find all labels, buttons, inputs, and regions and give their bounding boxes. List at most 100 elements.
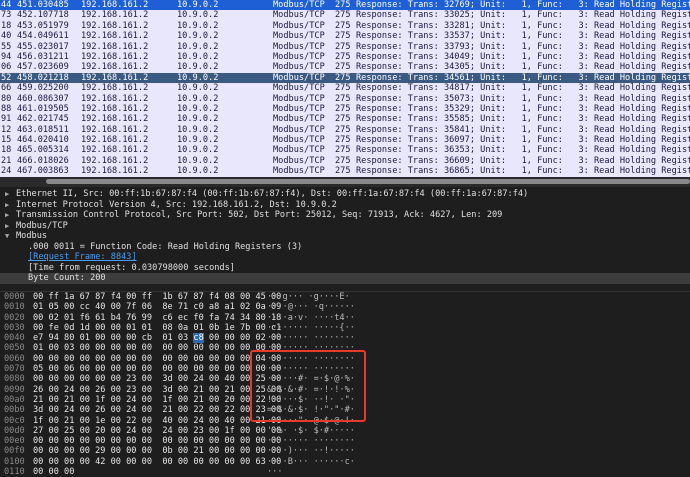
packet-proto: Modbus/TCP (273, 114, 325, 125)
expanded-triangle-icon[interactable]: ▼ (5, 231, 9, 242)
tree-item[interactable]: ▶ Transmission Control Protocol, Src Port… (0, 210, 690, 221)
packet-dst: 10.9.0.2 (177, 10, 219, 21)
hex-ascii: ········ ·····{·· (267, 322, 355, 333)
tree-item[interactable]: Byte Count: 200 (0, 273, 690, 284)
request-frame-link[interactable]: [Request Frame: 8843] (0, 252, 690, 263)
collapsed-triangle-icon[interactable]: ▶ (5, 210, 9, 221)
hex-bytes-text: 00 00 00 00 00 00 00 00 00 00 00 00 00 0… (33, 436, 282, 447)
packet-len: 275 (335, 62, 351, 73)
hex-row[interactable]: 0110 00 00 00 ··· (0, 467, 690, 477)
hex-row[interactable]: 00f0 00 00 00 00 29 00 00 00 0b 00 21 00 … (0, 446, 690, 456)
packet-info: Response: Trans: 34817; Unit: 1, Func: 3… (356, 83, 690, 94)
packet-row[interactable]: 18 465.005314 192.168.161.2 10.9.0.2 Modbus/… (0, 145, 690, 155)
packet-list[interactable]: 44 451.030485 192.168.161.2 10.9.0.2 Modbus/… (0, 0, 690, 177)
packet-proto: Modbus/TCP (273, 124, 325, 135)
hex-row[interactable]: 0010 01 05 00 cc 40 00 7f 06 8e 71 c0 a8 … (0, 302, 690, 312)
tree-item[interactable]: [Time from request: 0.030798000 seconds] (0, 263, 690, 274)
hex-offset: 0080 (4, 374, 25, 385)
packet-dst: 10.9.0.2 (177, 83, 219, 94)
packet-row[interactable]: 94 456.031211 192.168.161.2 10.9.0.2 Modbus/… (0, 52, 690, 62)
packet-src: 192.168.161.2 (81, 166, 149, 177)
packet-time: 453.051979 (17, 20, 69, 31)
packet-info: Response: Trans: 35841; Unit: 1, Func: 3… (356, 124, 690, 135)
hex-offset: 00c0 (4, 415, 25, 426)
hex-bytes-text: 00 00 00 00 00 00 23 00 3d 00 24 00 40 0… (33, 374, 282, 385)
packet-time: 452.107718 (17, 10, 69, 21)
packet-list-scrollbar[interactable] (0, 177, 690, 187)
hex-offset: 0090 (4, 384, 25, 395)
selected-byte[interactable]: c8 (193, 333, 204, 344)
packet-dst: 10.9.0.2 (177, 93, 219, 104)
tree-item[interactable]: .000 0011 = Function Code: Read Holding … (0, 242, 690, 253)
packet-proto: Modbus/TCP (273, 41, 325, 52)
packet-time: 451.030485 (17, 0, 69, 10)
hex-offset: 00e0 (4, 436, 25, 447)
tree-item-label: Byte Count: 200 (28, 273, 106, 283)
hex-bytes-text: 00 00 00 (33, 467, 75, 477)
hex-bytes: 00 00 00 00 42 00 00 00 00 00 00 00 00 0… (33, 457, 281, 467)
hex-bytes: 21 00 21 00 1f 00 24 00 1f 00 21 00 20 0… (33, 395, 281, 405)
packet-src: 192.168.161.2 (81, 51, 149, 62)
collapsed-triangle-icon[interactable]: ▶ (5, 221, 9, 232)
hex-bytes-text: 00 00 00 00 42 00 00 00 00 00 00 00 00 0… (33, 456, 282, 467)
hex-row[interactable]: 00e0 00 00 00 00 00 00 00 00 00 00 00 00 … (0, 436, 690, 446)
tree-item-label: Transmission Control Protocol, Src Port:… (16, 210, 503, 220)
packet-details-tree[interactable]: ▶ Ethernet II, Src: 00:ff:1b:67:87:f4 (00… (0, 189, 690, 290)
packet-src: 192.168.161.2 (81, 20, 149, 31)
packet-no: 24 (1, 166, 12, 177)
tree-item[interactable]: ▶ Internet Protocol Version 4, Src: 192.1… (0, 200, 690, 211)
hex-bytes-text: 1f 00 21 00 1e 00 22 00 40 00 24 00 40 0… (33, 415, 282, 426)
packet-info: Response: Trans: 33537; Unit: 1, Func: 3… (356, 31, 690, 42)
packet-len: 275 (335, 124, 351, 135)
packet-row[interactable]: 73 452.107718 192.168.161.2 10.9.0.2 Modbus/… (0, 10, 690, 20)
packet-row[interactable]: 24 467.003863 192.168.161.2 10.9.0.2 Modbus/… (0, 166, 690, 176)
packet-row[interactable]: 18 453.051979 192.168.161.2 10.9.0.2 Modbus/… (0, 21, 690, 31)
packet-row[interactable]: 80 460.086307 192.168.161.2 10.9.0.2 Modbus/… (0, 94, 690, 104)
packet-row[interactable]: 66 459.025200 192.168.161.2 10.9.0.2 Modbus/… (0, 83, 690, 93)
packet-no: 55 (1, 41, 12, 52)
packet-dst: 10.9.0.2 (177, 51, 219, 62)
packet-info: Response: Trans: 36609; Unit: 1, Func: 3… (356, 155, 690, 166)
hex-row[interactable]: 0030 00 fe 0d 1d 00 00 01 01 08 0a 01 0b … (0, 323, 690, 333)
packet-dst: 10.9.0.2 (177, 124, 219, 135)
packet-src: 192.168.161.2 (81, 155, 149, 166)
tree-item[interactable]: ▶ Ethernet II, Src: 00:ff:1b:67:87:f4 (00… (0, 189, 690, 200)
tree-item-label: [Request Frame: 8843] (28, 252, 137, 262)
packet-src: 192.168.161.2 (81, 72, 149, 83)
packet-row[interactable]: 88 461.019505 192.168.161.2 10.9.0.2 Modbus/… (0, 104, 690, 114)
packet-row[interactable]: 12 463.018511 192.168.161.2 10.9.0.2 Modbus/… (0, 125, 690, 135)
packet-no: 91 (1, 114, 12, 125)
hex-bytes: 00 02 01 f6 61 b4 76 99 c6 ec f0 fa 74 3… (33, 313, 281, 323)
collapsed-triangle-icon[interactable]: ▶ (5, 189, 9, 200)
packet-time: 458.021218 (17, 72, 69, 83)
hex-row[interactable]: 0020 00 02 01 f6 61 b4 76 99 c6 ec f0 fa … (0, 313, 690, 323)
packet-row[interactable]: 15 464.020410 192.168.161.2 10.9.0.2 Modbus/… (0, 135, 690, 145)
packet-row[interactable]: 52 458.021218 192.168.161.2 10.9.0.2 Modbus/… (0, 72, 690, 84)
collapsed-triangle-icon[interactable]: ▶ (5, 200, 9, 211)
hex-offset: 0040 (4, 333, 25, 344)
scrollbar-thumb[interactable] (46, 179, 690, 184)
hex-row[interactable]: 00d0 27 00 25 00 20 00 24 00 24 00 23 00 … (0, 426, 690, 436)
packet-len: 275 (335, 145, 351, 156)
packet-row[interactable]: 06 457.023609 192.168.161.2 10.9.0.2 Modbus/… (0, 62, 690, 72)
packet-no: 52 (1, 72, 12, 83)
packet-row[interactable]: 21 466.018026 192.168.161.2 10.9.0.2 Modbus/… (0, 156, 690, 166)
packet-proto: Modbus/TCP (273, 135, 325, 146)
packet-dst: 10.9.0.2 (177, 155, 219, 166)
packet-row[interactable]: 44 451.030485 192.168.161.2 10.9.0.2 Modbus/… (0, 0, 690, 11)
packet-row[interactable]: 91 462.021745 192.168.161.2 10.9.0.2 Modbus/… (0, 114, 690, 124)
packet-src: 192.168.161.2 (81, 93, 149, 104)
hex-bytes-text: 00 00 00 00 00 00 00 00 00 00 00 00 00 0… (33, 353, 282, 364)
packet-row[interactable]: 55 455.023017 192.168.161.2 10.9.0.2 Modbus/… (0, 42, 690, 52)
packet-proto: Modbus/TCP (273, 166, 325, 177)
tree-item[interactable]: ▶ Modbus/TCP (0, 221, 690, 232)
hex-row[interactable]: 0000 00 ff 1a 67 87 f4 00 ff 1b 67 87 f4 … (0, 292, 690, 302)
tree-item[interactable]: ▼ Modbus (0, 231, 690, 242)
packet-time: 467.003863 (17, 166, 69, 177)
hex-row[interactable]: 0040 e7 94 80 01 00 00 00 cb 01 03 c8 00 … (0, 333, 690, 344)
packet-no: 06 (1, 62, 12, 73)
hex-bytes-text: 00 02 01 f6 61 b4 76 99 c6 ec f0 fa 74 3… (33, 312, 282, 323)
packet-row[interactable]: 40 454.049611 192.168.161.2 10.9.0.2 Modbus/… (0, 31, 690, 41)
packet-info: Response: Trans: 36865; Unit: 1, Func: 3… (356, 166, 690, 177)
hex-row[interactable]: 0100 00 00 00 00 42 00 00 00 00 00 00 00 … (0, 457, 690, 467)
